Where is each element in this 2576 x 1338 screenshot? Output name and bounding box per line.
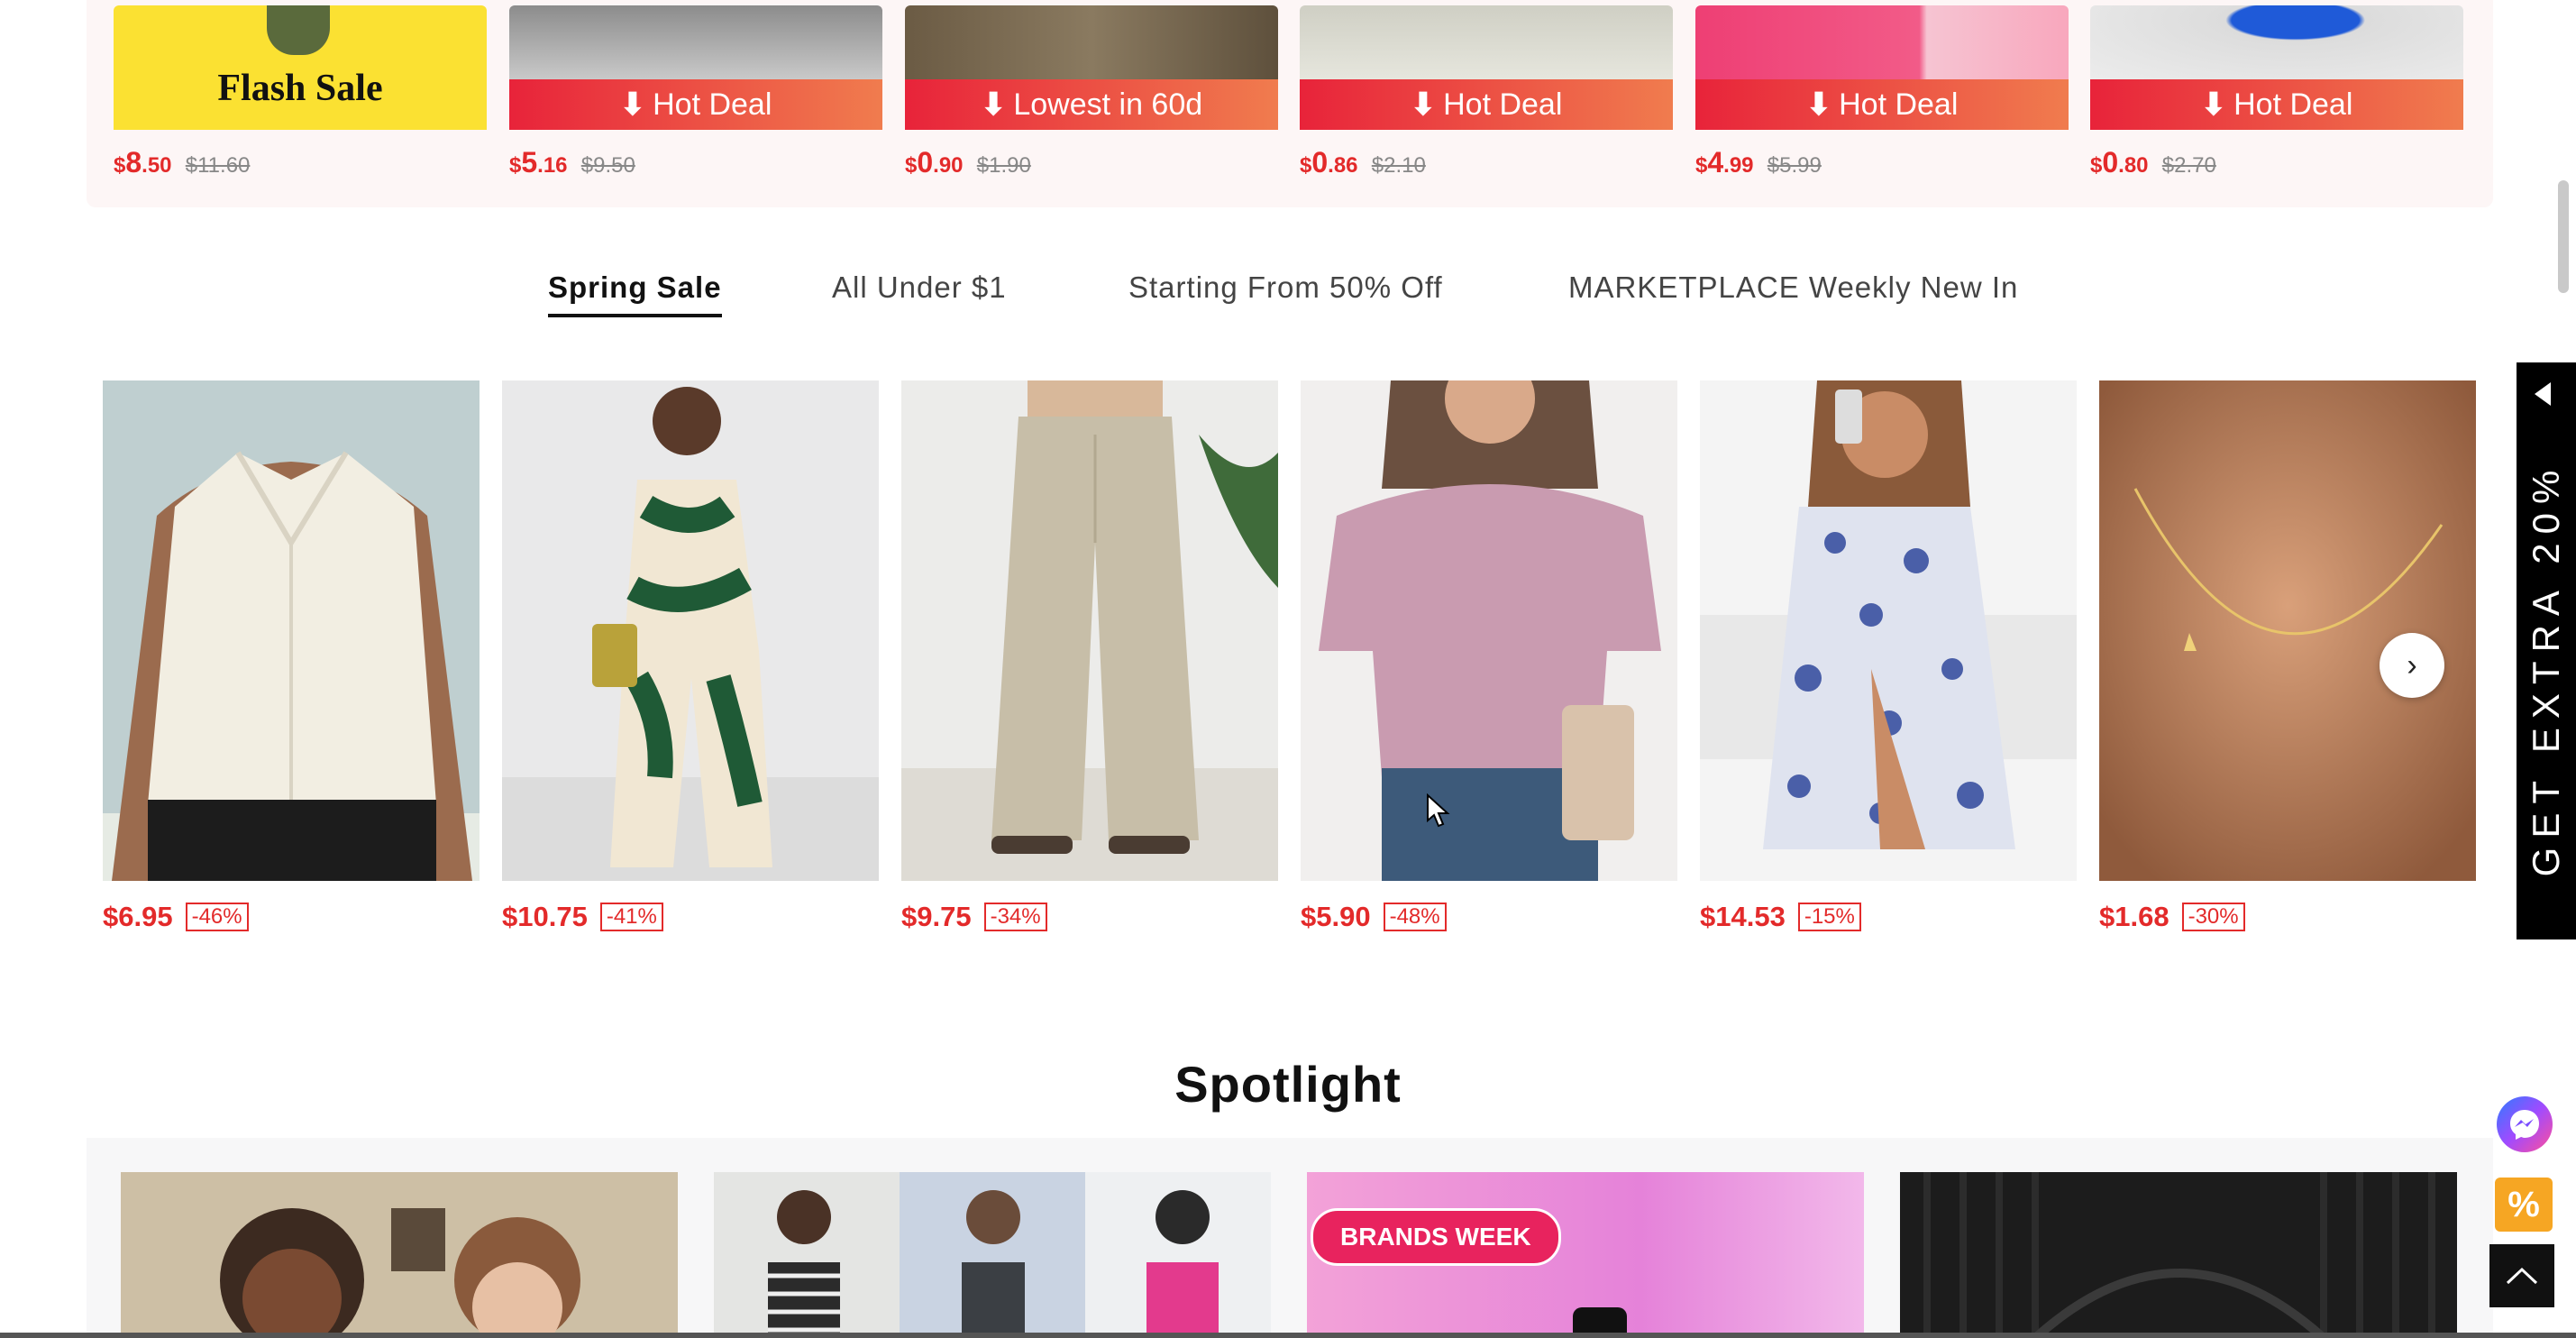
spotlight-card[interactable]: BRANDS WEEK — [1307, 1172, 1864, 1338]
chevron-right-icon: › — [2407, 647, 2417, 683]
side-promo-text: GET EXTRA 20% — [2525, 461, 2567, 877]
product-price: $6.95 — [103, 901, 173, 932]
product-price-row: $6.95 -46% — [103, 901, 480, 933]
spotlight-title: Spotlight — [1174, 1056, 1402, 1113]
spotlight-card[interactable] — [714, 1172, 1271, 1338]
down-arrow-icon: ⬇ — [2200, 87, 2227, 122]
flash-deal-price: $0.80 $2.70 — [2090, 146, 2216, 179]
product-image[interactable] — [103, 380, 480, 881]
extra-discount-side-tab[interactable]: GET EXTRA 20% — [2517, 362, 2576, 939]
discount-badge: -30% — [2181, 903, 2245, 931]
down-arrow-icon: ⬇ — [980, 87, 1007, 122]
lowest-price-banner: ⬇ Lowest in 60d — [905, 79, 1278, 130]
product-image[interactable] — [2099, 380, 2476, 881]
flash-deal-price: $0.90 $1.90 — [905, 146, 1031, 179]
chevron-up-icon — [2506, 1267, 2538, 1285]
product-card[interactable]: $10.75 -41% — [502, 380, 879, 933]
flash-deal-card[interactable]: ⬇ Lowest in 60d $0.90 $1.90 — [905, 5, 1278, 179]
tab-starting-from-50-off[interactable]: Starting From 50% Off — [1128, 270, 1443, 305]
hot-deal-banner: ⬇ Hot Deal — [2090, 79, 2463, 130]
product-price-row: $10.75 -41% — [502, 901, 879, 933]
product-price: $14.53 — [1700, 901, 1786, 932]
flash-deal-old-price: $1.90 — [976, 153, 1031, 178]
product-price-row: $1.68 -30% — [2099, 901, 2476, 933]
down-arrow-icon: ⬇ — [619, 87, 646, 122]
product-price: $1.68 — [2099, 901, 2170, 932]
product-card[interactable]: $6.95 -46% — [103, 380, 480, 933]
flash-deal-old-price: $2.10 — [1371, 153, 1426, 178]
down-arrow-icon: ⬇ — [1410, 87, 1437, 122]
product-image[interactable] — [1301, 380, 1677, 881]
flash-deal-card[interactable]: Flash Sale $8.50 $11.60 — [114, 5, 487, 179]
product-price: $9.75 — [901, 901, 972, 932]
flash-deal-old-price: $2.70 — [2161, 153, 2216, 178]
product-image[interactable] — [1700, 380, 2077, 881]
discount-badge: -48% — [1383, 903, 1447, 931]
flash-deal-card[interactable]: ⬇ Hot Deal $0.86 $2.10 — [1300, 5, 1673, 179]
flash-deal-price: $4.99 $5.99 — [1695, 146, 1822, 179]
flash-deal-price: $5.16 $9.50 — [509, 146, 635, 179]
product-price-row: $5.90 -48% — [1301, 901, 1677, 933]
percent-icon: % — [2507, 1184, 2540, 1224]
flash-deal-price: $8.50 $11.60 — [114, 146, 251, 179]
flash-deal-old-price: $9.50 — [580, 153, 635, 178]
product-price: $5.90 — [1301, 901, 1371, 932]
mouse-cursor-icon — [1427, 793, 1450, 828]
flash-deal-image[interactable]: Flash Sale — [114, 5, 487, 130]
discount-badge: -15% — [1797, 903, 1861, 931]
product-card[interactable]: $5.90 -48% — [1301, 380, 1677, 933]
flash-deal-image[interactable] — [905, 5, 1278, 79]
flash-deal-image[interactable] — [2090, 5, 2463, 79]
product-image[interactable] — [901, 380, 1278, 881]
product-price-row: $14.53 -15% — [1700, 901, 2077, 933]
discount-badge: -46% — [185, 903, 249, 931]
flash-deal-image[interactable] — [509, 5, 882, 79]
hot-deal-banner: ⬇ Hot Deal — [509, 79, 882, 130]
discount-badge: -41% — [599, 903, 663, 931]
page-scrollbar[interactable] — [2558, 180, 2569, 293]
flash-deal-old-price: $5.99 — [1767, 153, 1822, 178]
product-price-row: $9.75 -34% — [901, 901, 1278, 933]
tab-spring-sale[interactable]: Spring Sale — [548, 270, 722, 317]
product-price: $10.75 — [502, 901, 588, 932]
flash-deal-image[interactable] — [1695, 5, 2069, 79]
category-tabs: Spring Sale All Under $1 Starting From 5… — [0, 270, 2576, 325]
messenger-button[interactable] — [2497, 1096, 2553, 1152]
carousel-next-button[interactable]: › — [2380, 633, 2444, 698]
discount-badge: -34% — [983, 903, 1047, 931]
messenger-icon — [2510, 1110, 2539, 1140]
hot-deal-banner: ⬇ Hot Deal — [1695, 79, 2069, 130]
brands-week-badge: BRANDS WEEK — [1311, 1208, 1561, 1266]
product-card[interactable]: $9.75 -34% — [901, 380, 1278, 933]
product-image[interactable] — [502, 380, 879, 881]
flash-deal-old-price: $11.60 — [185, 153, 251, 178]
back-to-top-button[interactable] — [2489, 1244, 2554, 1307]
flash-deal-price: $0.86 $2.10 — [1300, 146, 1426, 179]
flash-deal-image[interactable] — [1300, 5, 1673, 79]
product-card[interactable]: $14.53 -15% — [1700, 380, 2077, 933]
tab-all-under-1[interactable]: All Under $1 — [832, 270, 1007, 305]
caret-left-icon — [2535, 382, 2551, 406]
flash-deal-card[interactable]: ⬇ Hot Deal $5.16 $9.50 — [509, 5, 882, 179]
spotlight-card[interactable] — [121, 1172, 678, 1338]
spotlight-card[interactable] — [1900, 1172, 2457, 1338]
window-bottom-edge — [0, 1333, 2576, 1338]
down-arrow-icon: ⬇ — [1805, 87, 1832, 122]
tab-weekly-new-in[interactable]: MARKETPLACE Weekly New In — [1568, 270, 2018, 305]
flash-sale-label: Flash Sale — [217, 68, 383, 109]
flash-deal-card[interactable]: ⬇ Hot Deal $0.80 $2.70 — [2090, 5, 2463, 179]
flash-deal-card[interactable]: ⬇ Hot Deal $4.99 $5.99 — [1695, 5, 2069, 179]
hot-deal-banner: ⬇ Hot Deal — [1300, 79, 1673, 130]
coupon-button[interactable]: % — [2495, 1178, 2553, 1232]
